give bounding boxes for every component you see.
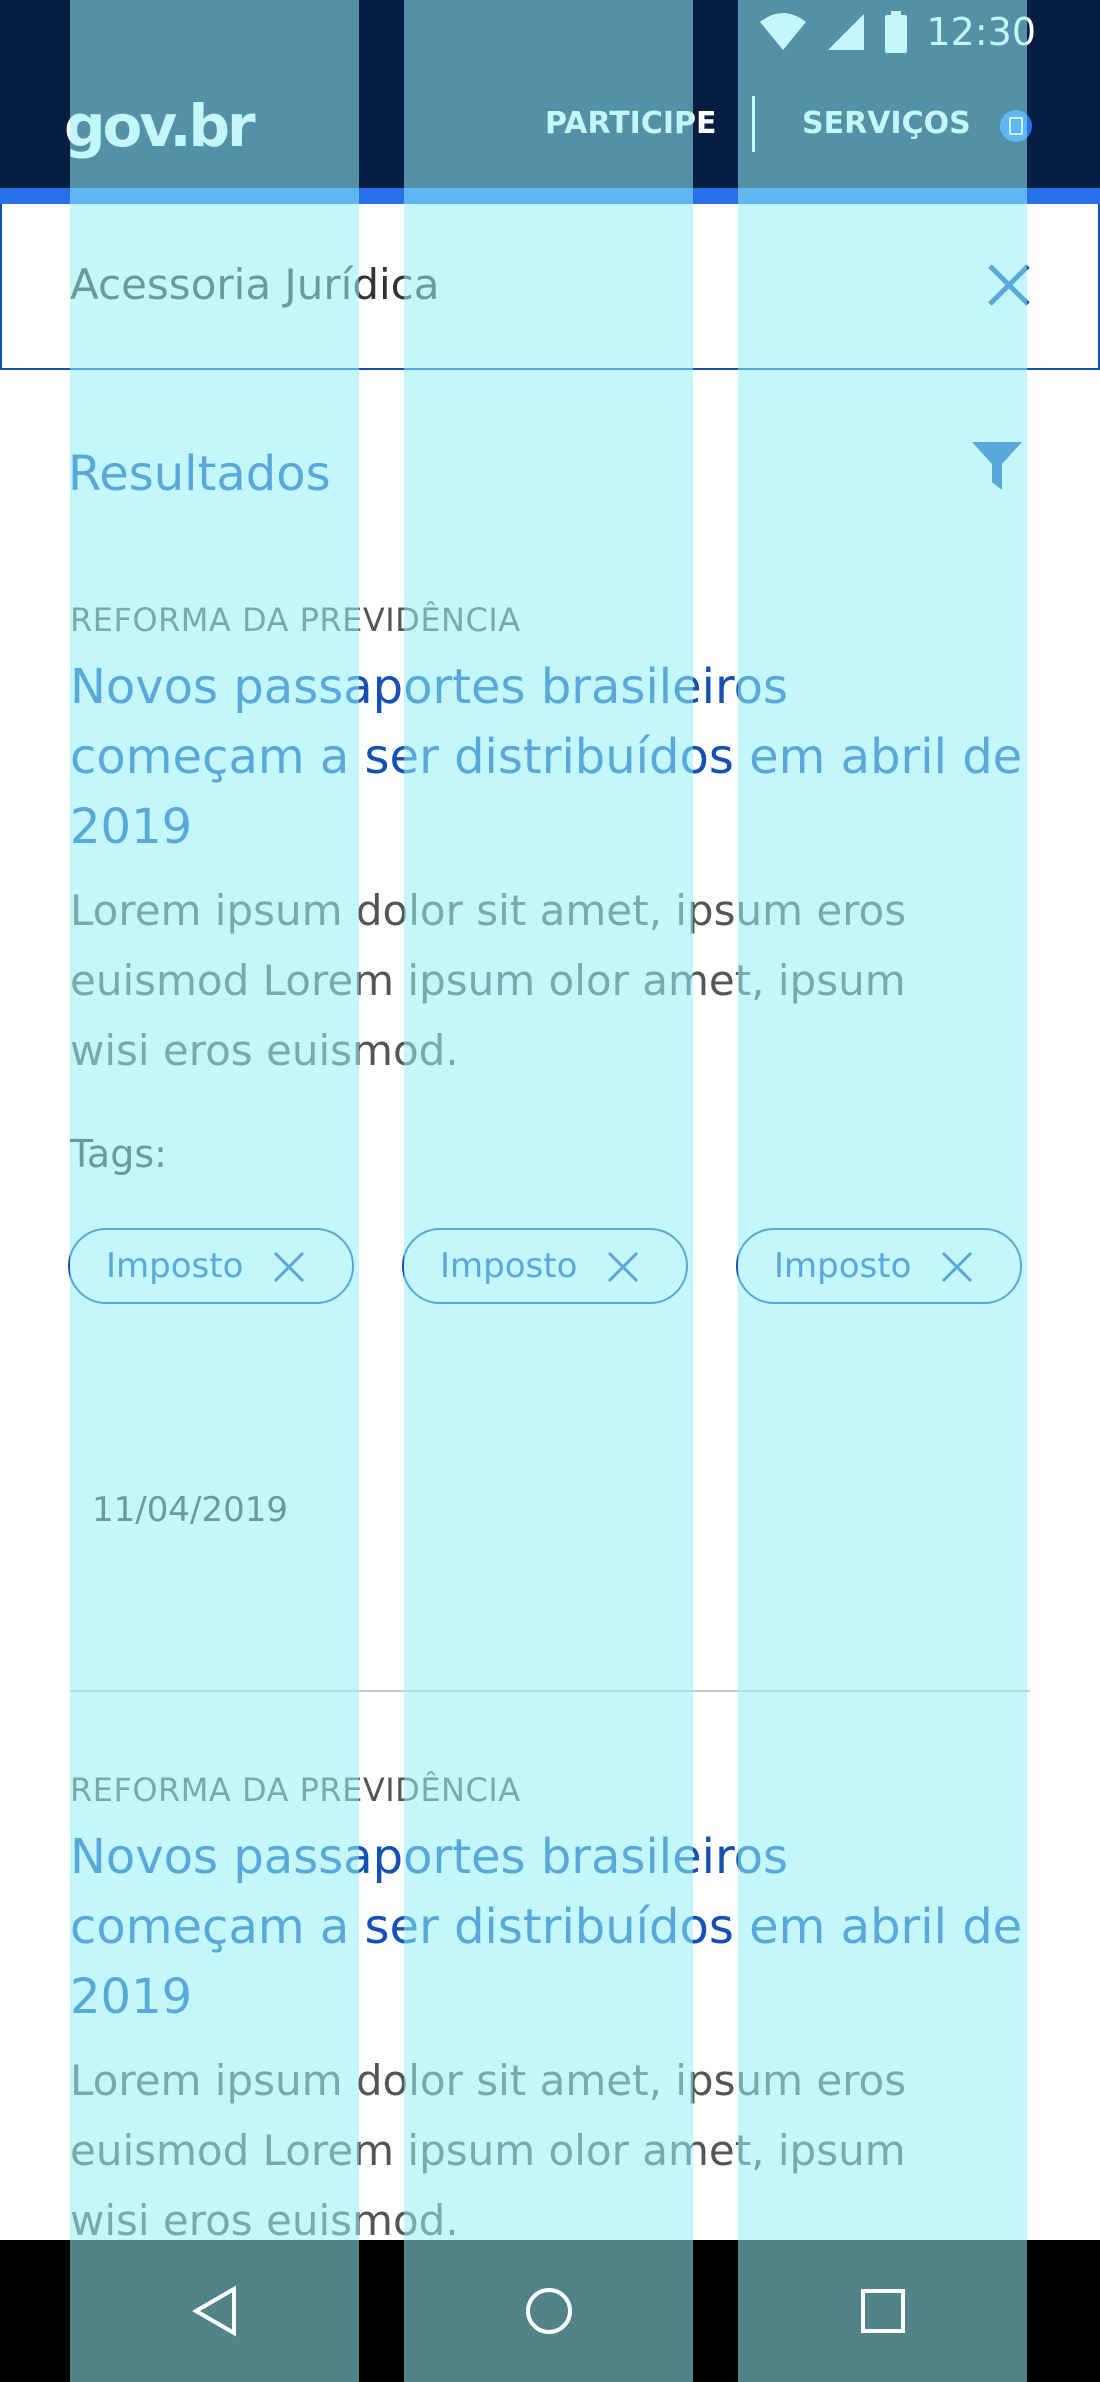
- nav-participe[interactable]: PARTICIPE: [545, 106, 717, 141]
- tag-label: Imposto: [106, 1246, 244, 1286]
- battery-icon: [885, 11, 908, 53]
- status-bar: 12:30: [758, 8, 1036, 56]
- card-category: REFORMA DA PREVIDÊNCIA: [70, 601, 521, 639]
- search-field[interactable]: Acessoria Jurídica: [0, 204, 1100, 370]
- tag-list: Imposto Imposto Imposto: [68, 1228, 1030, 1310]
- card-description: Lorem ipsum dolor sit amet, ipsum eros e…: [70, 886, 907, 1075]
- card-category: REFORMA DA PREVIDÊNCIA: [70, 1771, 521, 1809]
- govbr-logo[interactable]: gov.br: [64, 92, 256, 160]
- tag-chip[interactable]: Imposto: [68, 1228, 354, 1304]
- close-icon[interactable]: [986, 262, 1032, 308]
- remove-tag-icon[interactable]: [272, 1250, 306, 1284]
- tag-chip[interactable]: Imposto: [736, 1228, 1022, 1304]
- tag-label: Imposto: [774, 1246, 912, 1286]
- card-title[interactable]: Novos passaportes brasileiros começam a …: [70, 652, 1030, 862]
- tag-label: Imposto: [440, 1246, 578, 1286]
- nav-servicos[interactable]: SERVIÇOS: [802, 106, 971, 141]
- back-button[interactable]: [70, 2240, 359, 2382]
- status-time: 12:30: [926, 10, 1036, 54]
- card-description: Lorem ipsum dolor sit amet, ipsum eros e…: [70, 2056, 907, 2245]
- nav-divider: [752, 96, 755, 152]
- recents-button[interactable]: [738, 2240, 1027, 2382]
- home-button[interactable]: [404, 2240, 693, 2382]
- result-card[interactable]: REFORMA DA PREVIDÊNCIA Novos passaportes…: [68, 600, 1030, 1530]
- app-header: 12:30 gov.br PARTICIPE SERVIÇOS: [0, 0, 1100, 188]
- remove-tag-icon[interactable]: [606, 1250, 640, 1284]
- recents-icon: [860, 2289, 905, 2333]
- signal-icon: [828, 14, 865, 50]
- wifi-icon: [760, 13, 807, 50]
- tag-chip[interactable]: Imposto: [402, 1228, 688, 1304]
- system-nav-bar: [0, 2240, 1100, 2382]
- back-icon: [191, 2285, 236, 2337]
- tags-label: Tags:: [70, 1132, 167, 1176]
- card-date: 11/04/2019: [92, 1490, 288, 1530]
- card-divider: [70, 1690, 1030, 1692]
- remove-tag-icon[interactable]: [940, 1250, 974, 1284]
- results-title: Resultados: [68, 446, 331, 502]
- servicos-badge-icon[interactable]: [1000, 110, 1032, 142]
- card-title[interactable]: Novos passaportes brasileiros começam a …: [70, 1822, 1030, 2032]
- header-accent-bar: [0, 188, 1100, 204]
- filter-icon[interactable]: [970, 440, 1024, 492]
- home-icon: [525, 2288, 572, 2334]
- result-card[interactable]: REFORMA DA PREVIDÊNCIA Novos passaportes…: [70, 1770, 1030, 2256]
- search-input[interactable]: Acessoria Jurídica: [70, 260, 440, 309]
